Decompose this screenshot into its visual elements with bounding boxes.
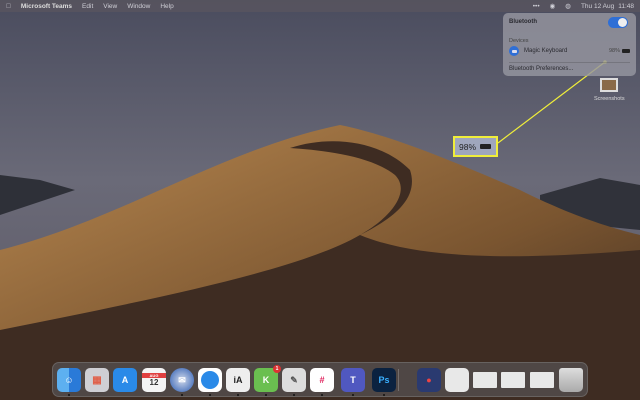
- siri-icon[interactable]: ◍: [565, 2, 571, 10]
- callout-battery-text: 98%: [459, 141, 477, 152]
- control-center-icon[interactable]: ◉: [550, 2, 556, 10]
- screenshots-file-label[interactable]: Screenshots: [594, 96, 625, 102]
- bluetooth-title: Bluetooth: [509, 19, 537, 25]
- document-thumbnail[interactable]: [501, 372, 525, 388]
- menu-app-name[interactable]: Microsoft Teams: [21, 3, 72, 10]
- calendar-icon[interactable]: AUG 12: [142, 368, 166, 392]
- teams-icon[interactable]: T: [341, 368, 365, 392]
- bluetooth-panel: Bluetooth Devices Magic Keyboard 98% Blu…: [503, 13, 636, 76]
- document-thumbnail[interactable]: [473, 372, 497, 388]
- battery-icon: [480, 144, 492, 149]
- device-battery: 98%: [608, 48, 620, 54]
- device-magic-keyboard[interactable]: Magic Keyboard 98%: [509, 45, 630, 57]
- launchpad-icon[interactable]: ▦: [85, 368, 109, 392]
- ps-label: Ps: [378, 375, 390, 385]
- kanban-icon[interactable]: K1: [254, 365, 281, 392]
- document-thumbnail[interactable]: [445, 368, 469, 392]
- devices-heading: Devices: [509, 38, 529, 44]
- more-icon[interactable]: •••: [533, 3, 540, 10]
- safari-icon[interactable]: [198, 368, 222, 392]
- apple-menu-icon[interactable]: : [6, 3, 11, 10]
- notification-badge: 1: [273, 365, 281, 373]
- ia-label: iA: [233, 375, 243, 385]
- dock: ☺ ▦ A AUG 12 ✉ iA K1 ✎ # T Ps ●: [52, 362, 588, 397]
- menu-date[interactable]: Thu 12 Aug: [581, 3, 614, 10]
- battery-icon: [622, 49, 630, 53]
- dock-divider: [398, 369, 399, 391]
- battery-callout: 98%: [453, 136, 498, 157]
- slack-icon[interactable]: #: [310, 368, 334, 392]
- joystick-app-icon[interactable]: ●: [417, 368, 441, 392]
- bluetooth-preferences-link[interactable]: Bluetooth Preferences...: [509, 66, 573, 72]
- divider: [509, 62, 630, 63]
- textedit-icon[interactable]: ✎: [282, 368, 306, 392]
- app-store-icon[interactable]: A: [113, 368, 137, 392]
- document-thumbnail[interactable]: [530, 372, 554, 388]
- menu-time[interactable]: 11:48: [618, 3, 634, 10]
- trash-icon[interactable]: [559, 368, 583, 392]
- ia-writer-icon[interactable]: iA: [226, 368, 250, 392]
- menu-window[interactable]: Window: [127, 3, 150, 10]
- menu-help[interactable]: Help: [160, 3, 173, 10]
- menu-bar:  Microsoft Teams Edit View Window Help …: [0, 0, 640, 12]
- device-name: Magic Keyboard: [524, 48, 568, 54]
- menu-edit[interactable]: Edit: [82, 3, 93, 10]
- photoshop-icon[interactable]: Ps: [372, 368, 396, 392]
- teams-label: T: [350, 375, 356, 385]
- bluetooth-toggle[interactable]: [608, 17, 628, 28]
- thunderbird-icon[interactable]: ✉: [170, 368, 194, 392]
- finder-icon[interactable]: ☺: [57, 368, 81, 392]
- calendar-day: 12: [149, 378, 159, 387]
- keyboard-icon: [509, 46, 519, 56]
- menu-view[interactable]: View: [103, 3, 117, 10]
- screenshots-file-icon[interactable]: [600, 78, 618, 92]
